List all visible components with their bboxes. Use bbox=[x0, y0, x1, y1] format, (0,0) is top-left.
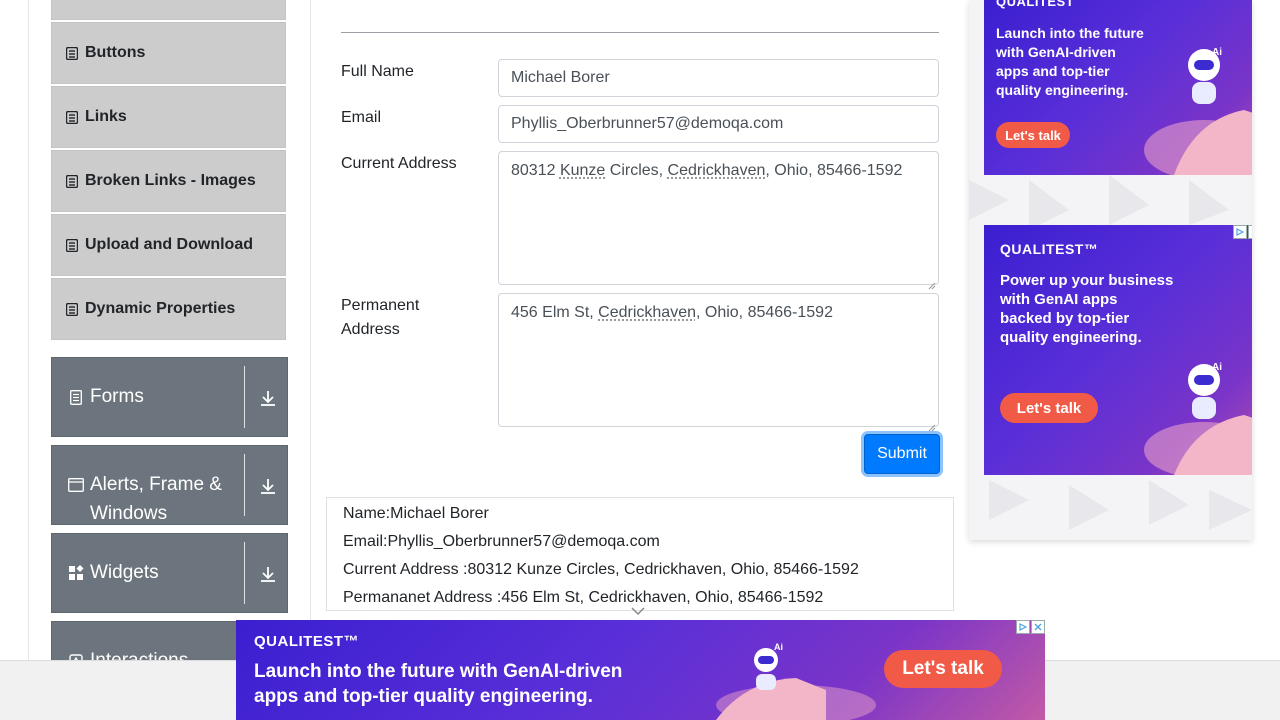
ad-cta-button[interactable]: Let's talk bbox=[884, 650, 1002, 688]
ad-controls bbox=[1233, 225, 1252, 239]
spellcheck-word: Kunze bbox=[559, 162, 606, 179]
group-label: Alerts, Frame & Windows bbox=[90, 474, 222, 524]
widgets-icon bbox=[68, 565, 84, 581]
list-icon bbox=[66, 302, 78, 316]
chevron-down-icon[interactable] bbox=[630, 603, 646, 616]
output-name: Name:Michael Borer bbox=[343, 505, 489, 522]
ad-banner-middle[interactable]: QUALITEST™ Power up your business with G… bbox=[984, 225, 1252, 475]
divider bbox=[244, 454, 245, 516]
full-name-input[interactable]: Michael Borer bbox=[498, 59, 939, 97]
sidebar-item-buttons[interactable]: Buttons bbox=[51, 22, 286, 84]
robot-hand-illustration-icon: Ai bbox=[1144, 47, 1252, 175]
ad-cta-button[interactable]: Let's talk bbox=[996, 122, 1070, 148]
list-icon bbox=[66, 238, 78, 252]
sidebar-item-partial[interactable] bbox=[51, 0, 286, 20]
ad-robot-label: Ai bbox=[1212, 362, 1222, 373]
output-current-address: Current Address :80312 Kunze Circles, Ce… bbox=[343, 561, 859, 578]
divider bbox=[244, 542, 245, 604]
current-address-textarea[interactable]: 80312 Kunze Circles, Cedrickhaven, Ohio,… bbox=[498, 151, 939, 290]
ad-panel: QUALITEST Launch into the future with Ge… bbox=[969, 0, 1252, 540]
close-icon[interactable] bbox=[1031, 620, 1045, 634]
download-icon[interactable] bbox=[257, 475, 279, 497]
robot-hand-illustration-icon: Ai bbox=[1144, 362, 1252, 475]
form-divider bbox=[341, 32, 939, 33]
ad-brand: QUALITEST™ bbox=[1000, 241, 1099, 257]
sidebar-item-broken-links[interactable]: Broken Links - Images bbox=[51, 150, 286, 212]
sidebar-group-alerts-frame-windows[interactable]: Alerts, Frame & Windows bbox=[51, 445, 288, 525]
ad-robot-label: Ai bbox=[774, 642, 783, 652]
resize-handle-icon[interactable] bbox=[928, 274, 936, 290]
sidebar-item-label: Dynamic Properties bbox=[85, 300, 236, 317]
document-icon bbox=[68, 389, 84, 405]
ad-choices-icon[interactable] bbox=[1233, 225, 1247, 239]
email-input[interactable]: Phyllis_Oberbrunner57@demoqa.com bbox=[498, 105, 939, 143]
spellcheck-word: Cedrickhaven bbox=[598, 304, 696, 321]
window-icon bbox=[68, 477, 84, 493]
list-icon bbox=[66, 46, 78, 60]
ad-copy: Launch into the future with GenAI-driven… bbox=[254, 661, 623, 707]
ad-brand: QUALITEST bbox=[996, 0, 1075, 9]
output-email: Email:Phyllis_Oberbrunner57@demoqa.com bbox=[343, 533, 660, 550]
ad-brand: QUALITEST™ bbox=[254, 633, 359, 650]
spellcheck-word: Cedrickhaven bbox=[667, 162, 766, 179]
sidebar-item-dynamic-properties[interactable]: Dynamic Properties bbox=[51, 278, 286, 340]
sidebar-group-widgets[interactable]: Widgets bbox=[51, 533, 288, 613]
sidebar-item-upload-download[interactable]: Upload and Download bbox=[51, 214, 286, 276]
robot-hand-illustration-icon: Ai bbox=[716, 642, 876, 720]
ad-cta-button[interactable]: Let's talk bbox=[1000, 393, 1098, 423]
email-label: Email bbox=[341, 109, 382, 126]
list-icon bbox=[66, 174, 78, 188]
permanent-address-label: Permanent Address bbox=[341, 297, 420, 338]
close-icon[interactable] bbox=[1248, 225, 1252, 239]
ad-copy: Launch into the future with GenAI-driven… bbox=[996, 25, 1144, 98]
full-name-label: Full Name bbox=[341, 63, 414, 80]
sidebar-item-label: Links bbox=[85, 108, 127, 125]
ad-banner-bottom[interactable]: QUALITEST™ Launch into the future with G… bbox=[236, 620, 1045, 720]
submit-button[interactable]: Submit bbox=[864, 434, 940, 474]
page: Buttons Links Broken Links - Images Uplo… bbox=[0, 0, 1280, 720]
divider bbox=[244, 366, 245, 428]
sidebar-item-label: Buttons bbox=[85, 44, 146, 61]
permanent-address-textarea[interactable]: 456 Elm St, Cedrickhaven, Ohio, 85466-15… bbox=[498, 293, 939, 432]
sidebar-group-forms[interactable]: Forms bbox=[51, 357, 288, 437]
list-icon bbox=[66, 110, 78, 124]
download-icon[interactable] bbox=[257, 387, 279, 409]
output-box: Name:Michael Borer Email:Phyllis_Oberbru… bbox=[326, 497, 954, 611]
sidebar-item-links[interactable]: Links bbox=[51, 86, 286, 148]
ad-robot-label: Ai bbox=[1212, 47, 1222, 58]
ad-choices-icon[interactable] bbox=[1016, 620, 1030, 634]
resize-handle-icon[interactable] bbox=[928, 416, 936, 432]
sidebar-item-label: Broken Links - Images bbox=[85, 172, 256, 189]
current-address-label: Current Address bbox=[341, 155, 457, 172]
left-sidebar: Buttons Links Broken Links - Images Uplo… bbox=[28, 0, 311, 720]
ad-banner-top[interactable]: QUALITEST Launch into the future with Ge… bbox=[984, 0, 1252, 175]
download-icon[interactable] bbox=[257, 563, 279, 585]
ad-controls bbox=[1016, 620, 1045, 634]
sidebar-item-label: Upload and Download bbox=[85, 236, 253, 253]
